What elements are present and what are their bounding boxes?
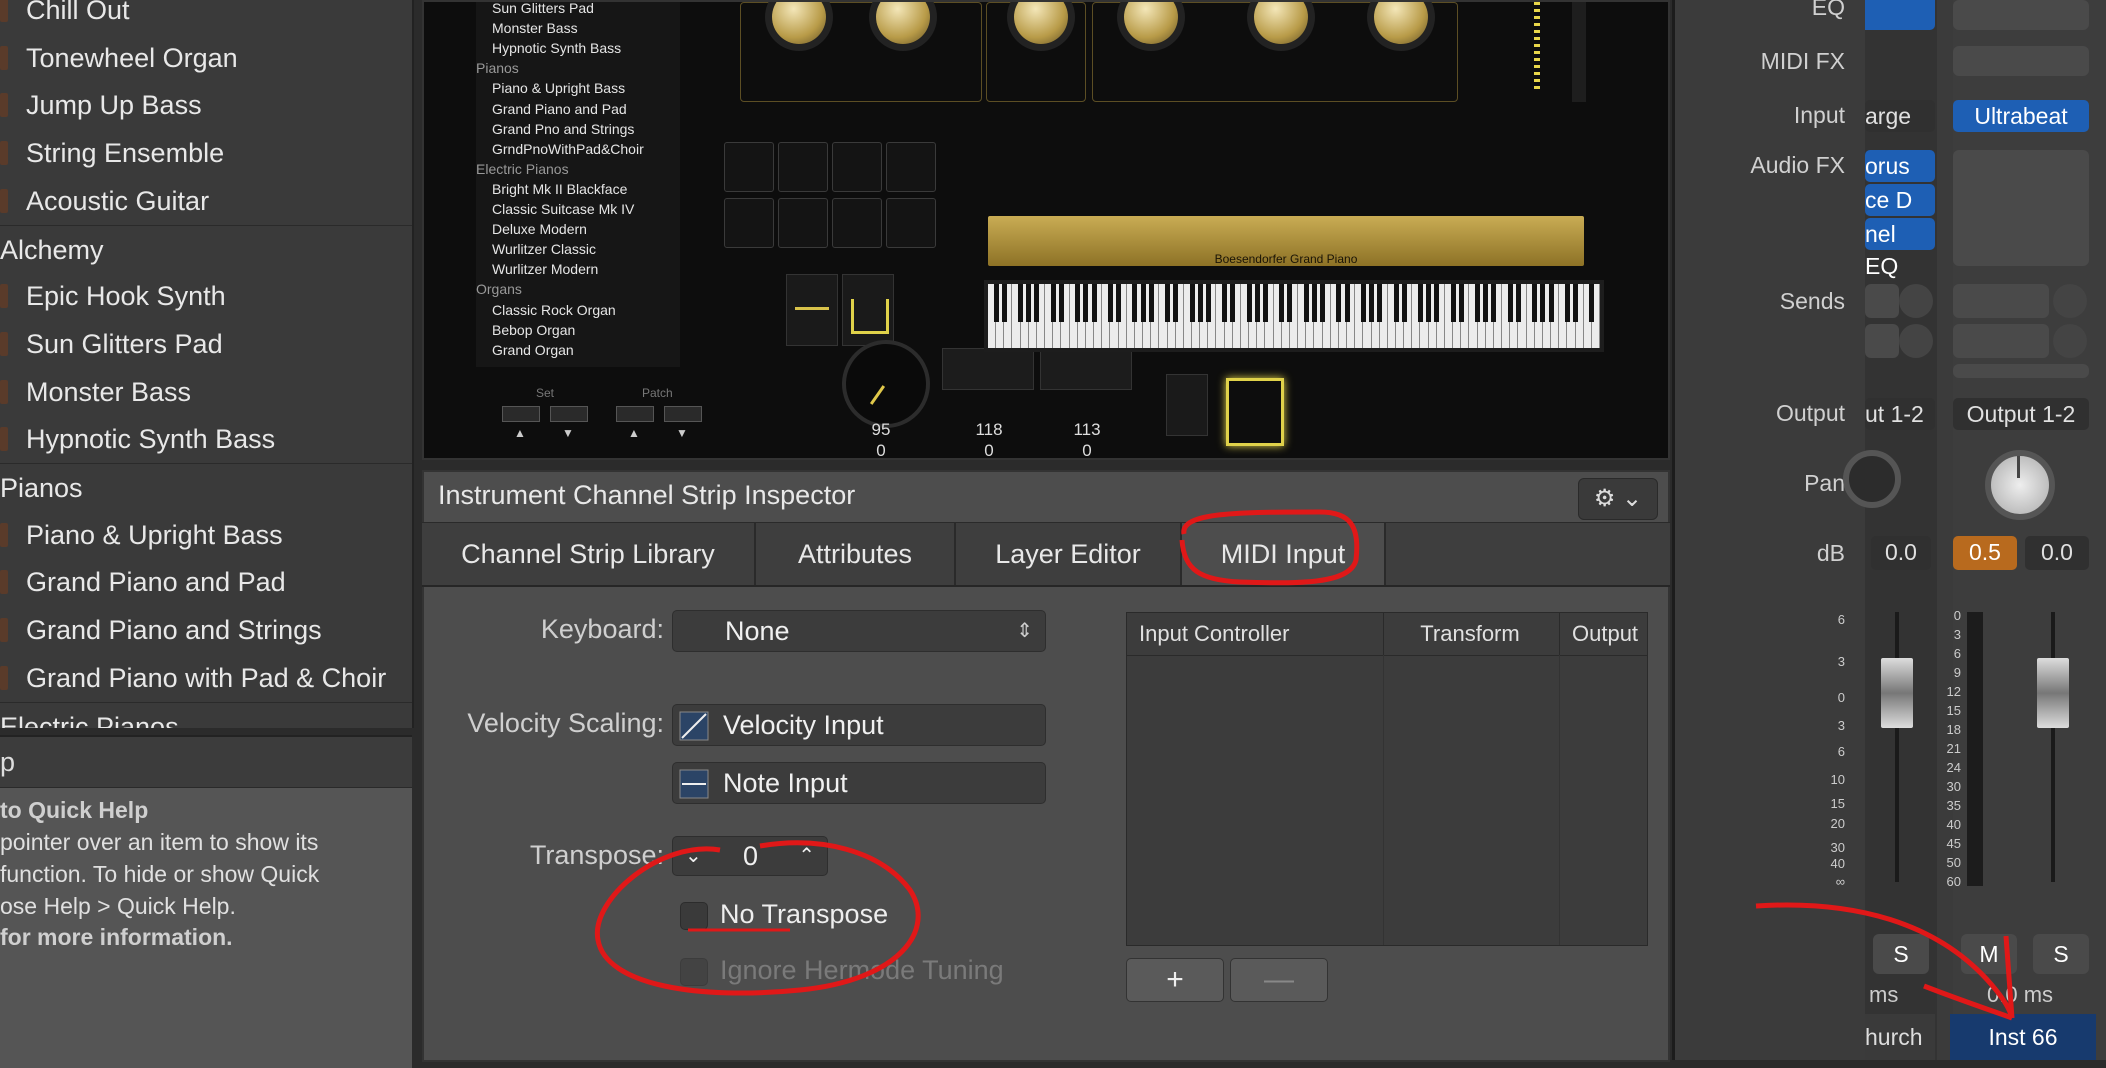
annotation-arrowhead (1923, 935, 2015, 1021)
annotation-arrow (1755, 902, 2015, 1019)
annotation-overlay (594, 509, 2015, 1021)
annotation-circle (1179, 509, 1360, 586)
annotation-circle (594, 840, 921, 996)
